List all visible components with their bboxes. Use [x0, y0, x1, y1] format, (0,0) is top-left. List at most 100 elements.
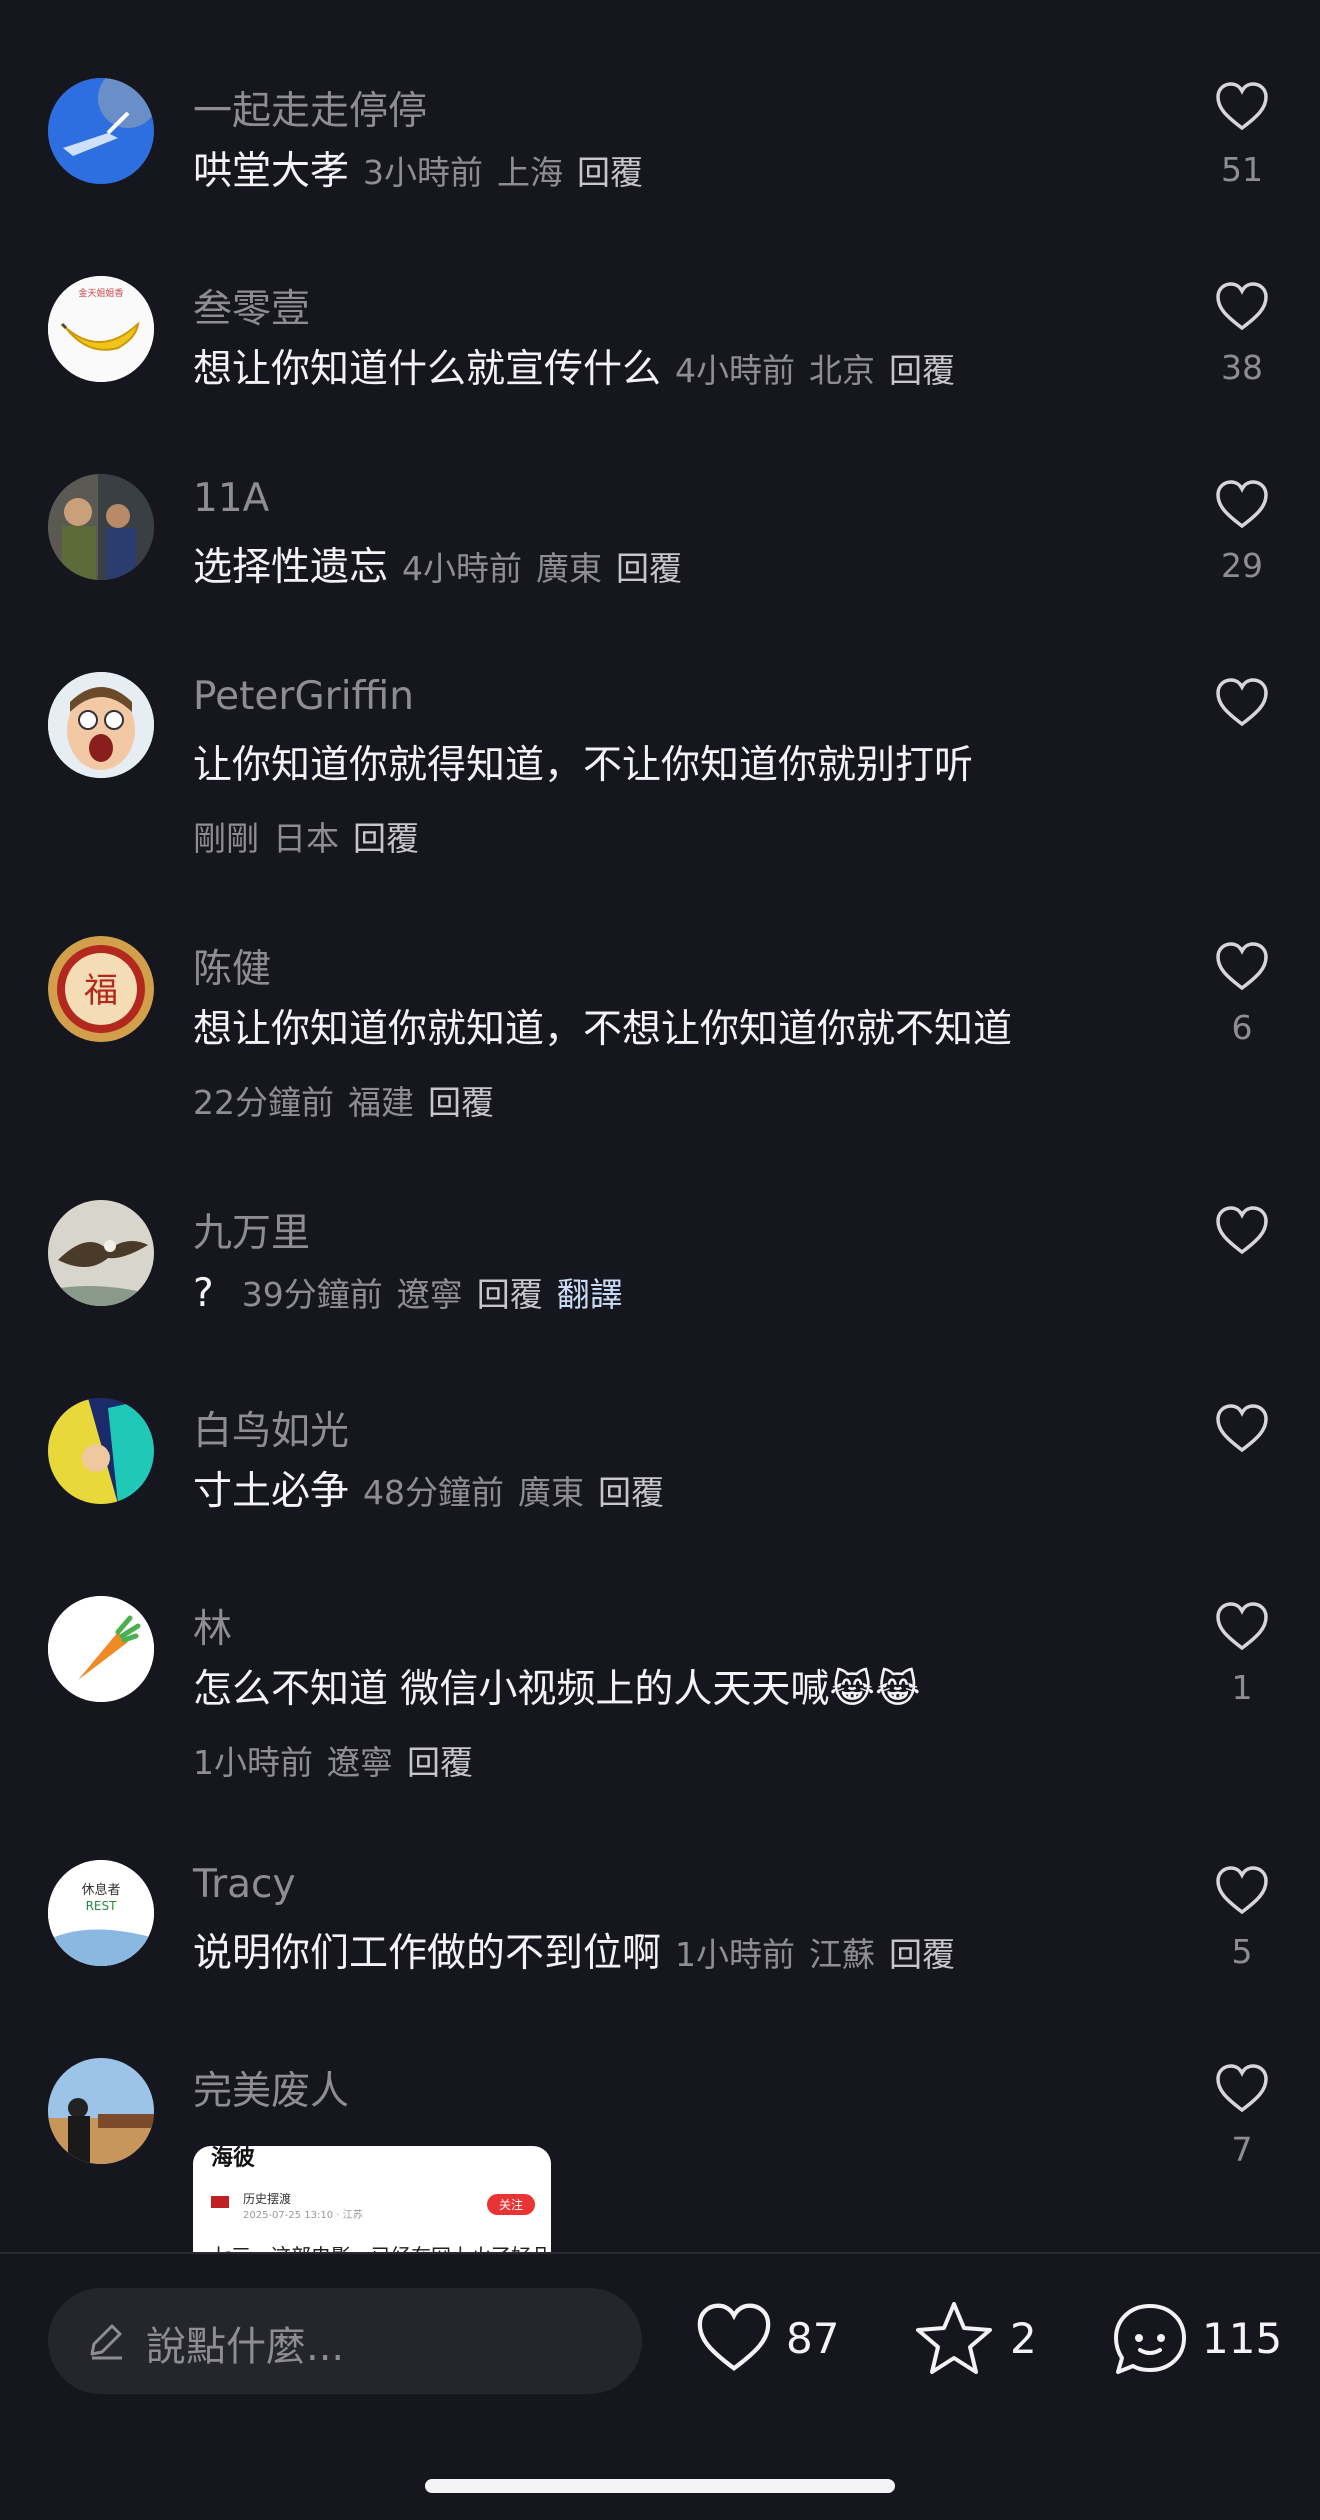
- reply-button[interactable]: 回覆: [353, 819, 419, 858]
- comment-meta: 剛剛 日本 回覆: [193, 812, 419, 860]
- avatar-caption: 休息者: [81, 1882, 120, 1898]
- like-count: 1: [1231, 1668, 1253, 1707]
- comment-location: 遼寧: [396, 1275, 463, 1314]
- username[interactable]: 陈健: [193, 938, 271, 994]
- username[interactable]: Tracy: [193, 1862, 296, 1907]
- comment-text: 哄堂大孝 3小時前 上海 回覆: [193, 149, 644, 194]
- username[interactable]: 叁零壹: [193, 278, 310, 334]
- comment-time: 1小時前: [675, 1935, 796, 1974]
- avatar[interactable]: [48, 1596, 154, 1702]
- comment-time: 4小時前: [402, 549, 523, 588]
- comment-location: 廣東: [536, 549, 603, 588]
- avatar[interactable]: [48, 1398, 154, 1504]
- comment-text: 想让你知道你就知道，不想让你知道你就不知道: [193, 1007, 1013, 1052]
- reply-button[interactable]: 回覆: [577, 153, 643, 192]
- like-heart-icon[interactable]: [1214, 1600, 1270, 1652]
- comment-time: 22分鐘前: [193, 1083, 334, 1122]
- comment-text: 说明你们工作做的不到位啊 1小時前 江蘇 回覆: [193, 1931, 956, 1976]
- attachment-title: 海彼: [211, 2146, 256, 2171]
- comment-location: 江蘇: [809, 1935, 876, 1974]
- like-total: 87: [786, 2314, 840, 2363]
- like-heart-icon[interactable]: [1214, 80, 1270, 132]
- like-count: 38: [1221, 348, 1263, 387]
- reply-button[interactable]: 回覆: [889, 1935, 955, 1974]
- avatar[interactable]: 休息者 REST: [48, 1860, 154, 1966]
- heart-icon: [697, 2303, 771, 2371]
- bottom-action-bar: 說點什麼... 87 2 115: [0, 2252, 1320, 2520]
- comment-total: 115: [1202, 2314, 1283, 2363]
- like-heart-icon[interactable]: [1214, 940, 1270, 992]
- comment-meta: 1小時前 遼寧 回覆: [193, 1736, 473, 1784]
- like-count: 29: [1221, 546, 1263, 585]
- comment-text: 想让你知道什么就宣传什么 4小時前 北京 回覆: [193, 347, 956, 392]
- comment-list[interactable]: 一起走走停停 哄堂大孝 3小時前 上海 回覆 51 金天姐姐香 叁零壹 想让你知道什么…: [0, 0, 1320, 2252]
- comment-input[interactable]: 說點什麼...: [48, 2288, 642, 2394]
- comment-location: 遼寧: [327, 1743, 393, 1782]
- comment-time: 1小時前: [193, 1743, 313, 1782]
- like-heart-icon[interactable]: [1214, 1204, 1270, 1256]
- comment-location: 福建: [348, 1083, 414, 1122]
- comment-location: 廣東: [518, 1473, 585, 1512]
- like-count: 6: [1231, 1008, 1253, 1047]
- comment-location: 北京: [809, 351, 876, 390]
- comment-time: 4小時前: [675, 351, 796, 390]
- avatar[interactable]: [48, 474, 154, 580]
- username[interactable]: PeterGriffin: [193, 674, 414, 719]
- comment-time: 39分鐘前: [241, 1275, 383, 1314]
- avatar-seal-text: 福: [84, 971, 118, 1011]
- comment-time: 剛剛: [193, 819, 259, 858]
- like-action[interactable]: 87: [694, 2300, 844, 2380]
- avatar-caption: 金天姐姐香: [78, 287, 123, 298]
- reply-button[interactable]: 回覆: [598, 1473, 664, 1512]
- attachment-meta: 2025-07-25 13:10 · 江苏: [243, 2210, 363, 2221]
- comment-text: 寸土必争 48分鐘前 廣東 回覆: [193, 1469, 665, 1514]
- reply-button[interactable]: 回覆: [407, 1743, 473, 1782]
- like-heart-icon[interactable]: [1214, 1402, 1270, 1454]
- comment-text: 让你知道你就得知道，不让你知道你就别打听: [193, 743, 974, 788]
- reply-button[interactable]: 回覆: [616, 549, 682, 588]
- pencil-icon: [90, 2324, 122, 2360]
- comments-action[interactable]: 115: [1110, 2300, 1283, 2380]
- attachment-source: 历史摆渡: [243, 2192, 292, 2206]
- comment-meta: 22分鐘前 福建 回覆: [193, 1076, 494, 1124]
- favorite-total: 2: [1010, 2314, 1037, 2363]
- avatar[interactable]: [48, 2058, 154, 2164]
- like-heart-icon[interactable]: [1214, 478, 1270, 530]
- comment-input-placeholder: 說點什麼...: [146, 2324, 345, 2370]
- attachment-follow-button[interactable]: 关注: [486, 2194, 535, 2215]
- like-count: 51: [1221, 150, 1263, 189]
- reply-button[interactable]: 回覆: [428, 1083, 494, 1122]
- comment-time: 48分鐘前: [363, 1473, 505, 1512]
- comment-location: 日本: [273, 819, 339, 858]
- like-heart-icon[interactable]: [1214, 1864, 1270, 1916]
- username[interactable]: 九万里: [193, 1202, 310, 1258]
- avatar[interactable]: 福: [48, 936, 154, 1042]
- reply-button[interactable]: 回覆: [477, 1275, 543, 1314]
- like-heart-icon[interactable]: [1214, 676, 1270, 728]
- comment-text: 怎么不知道 微信小视频上的人天天喊😹😹: [193, 1667, 921, 1712]
- home-indicator[interactable]: [425, 2479, 895, 2493]
- attachment-logo: [211, 2196, 229, 2208]
- like-count: 7: [1231, 2130, 1253, 2169]
- avatar[interactable]: 金天姐姐香: [48, 276, 154, 382]
- avatar[interactable]: [48, 78, 154, 184]
- comment-location: 上海: [497, 153, 564, 192]
- username[interactable]: 一起走走停停: [193, 80, 427, 136]
- avatar[interactable]: [48, 672, 154, 778]
- favorite-action[interactable]: 2: [914, 2300, 1037, 2380]
- like-heart-icon[interactable]: [1214, 280, 1270, 332]
- comment-text: 选择性遗忘 4小時前 廣東 回覆: [193, 545, 683, 590]
- attachment-body: 七三一这部电影，已经在网上火了好几年: [211, 2240, 551, 2252]
- reply-button[interactable]: 回覆: [889, 351, 955, 390]
- comment-text: ? 39分鐘前 遼寧 回覆 翻譯: [193, 1271, 623, 1316]
- username[interactable]: 林: [193, 1598, 232, 1654]
- image-attachment[interactable]: 海彼 历史摆渡 2025-07-25 13:10 · 江苏 关注 七三一这部电影…: [193, 2146, 551, 2252]
- like-count: 5: [1231, 1932, 1253, 1971]
- avatar[interactable]: [48, 1200, 154, 1306]
- username[interactable]: 11A: [193, 476, 269, 521]
- like-heart-icon[interactable]: [1214, 2062, 1270, 2114]
- star-icon: [916, 2302, 992, 2374]
- translate-button[interactable]: 翻譯: [557, 1275, 623, 1314]
- username[interactable]: 完美废人: [193, 2060, 349, 2116]
- username[interactable]: 白鸟如光: [193, 1400, 349, 1456]
